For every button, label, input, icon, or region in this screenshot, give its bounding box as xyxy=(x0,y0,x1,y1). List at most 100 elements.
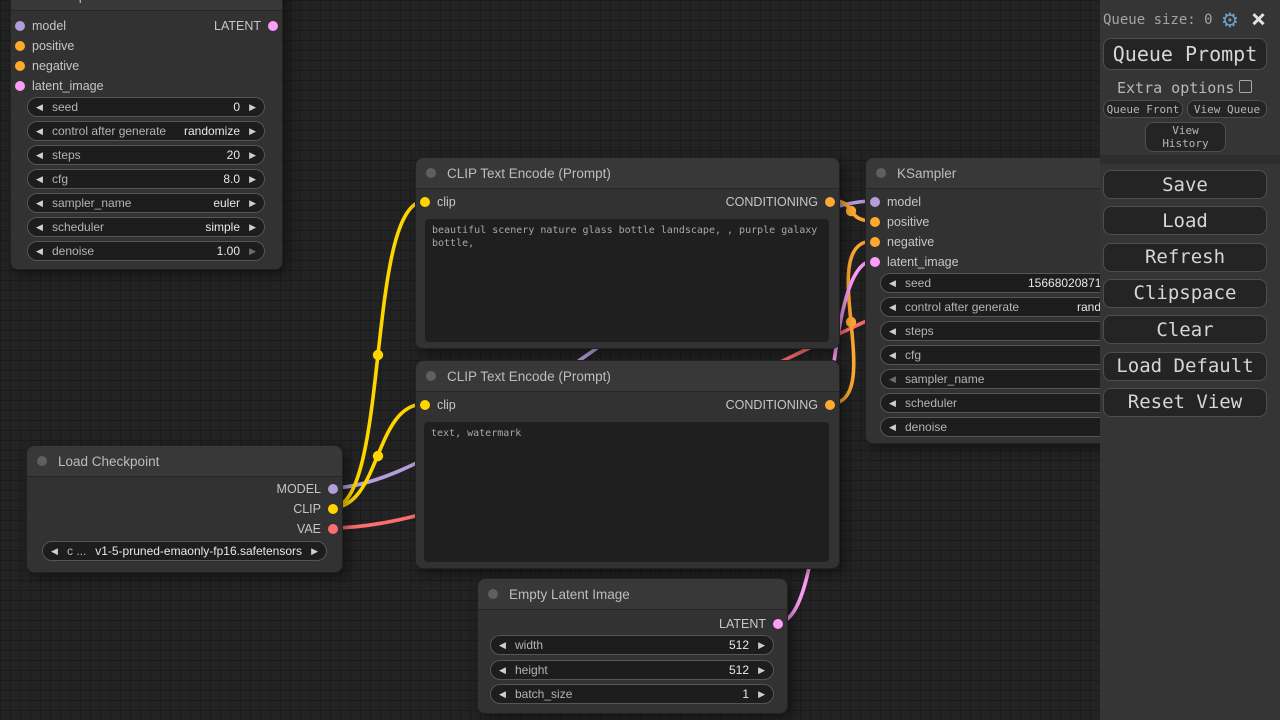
widget-value[interactable]: 8.0 xyxy=(223,172,240,186)
widget-steps[interactable]: ◀steps20▶ xyxy=(27,145,265,165)
node-clip-text-encode-positive[interactable]: CLIP Text Encode (Prompt)clipCONDITIONIN… xyxy=(415,157,840,349)
widget-control-after-generate[interactable]: ◀control after generaterandomize▶ xyxy=(27,121,265,141)
widget-right-arrow-icon[interactable]: ▶ xyxy=(246,102,256,113)
collapse-dot-icon[interactable] xyxy=(37,456,47,466)
widget-left-arrow-icon[interactable]: ◀ xyxy=(36,198,46,209)
output-port-dot[interactable] xyxy=(328,504,338,514)
widget-denoise[interactable]: ◀denoise▶ xyxy=(880,417,1136,437)
widget-scheduler[interactable]: ◀schedulersimple▶ xyxy=(27,217,265,237)
widget-right-arrow-icon[interactable]: ▶ xyxy=(246,150,256,161)
widget-c-[interactable]: ◀c ...v1-5-pruned-emaonly-fp16.safetenso… xyxy=(42,541,327,561)
widget-left-arrow-icon[interactable]: ◀ xyxy=(889,326,899,337)
output-port-dot[interactable] xyxy=(825,197,835,207)
widget-right-arrow-icon[interactable]: ▶ xyxy=(246,198,256,209)
widget-denoise[interactable]: ◀denoise1.00▶ xyxy=(27,241,265,261)
close-icon[interactable]: × xyxy=(1251,4,1266,33)
widget-left-arrow-icon[interactable]: ◀ xyxy=(889,302,899,313)
node-title-bar[interactable]: CLIP Text Encode (Prompt) xyxy=(416,158,839,189)
collapse-dot-icon[interactable] xyxy=(426,371,436,381)
queue-front-button[interactable]: Queue Front xyxy=(1103,100,1183,118)
node-title-bar[interactable]: Load Checkpoint xyxy=(27,446,342,477)
node-title-bar[interactable]: KSampler xyxy=(11,0,282,11)
widget-left-arrow-icon[interactable]: ◀ xyxy=(499,689,509,700)
widget-seed[interactable]: ◀seed0▶ xyxy=(27,97,265,117)
widget-left-arrow-icon[interactable]: ◀ xyxy=(36,222,46,233)
output-port-dot[interactable] xyxy=(268,21,278,31)
collapse-dot-icon[interactable] xyxy=(488,589,498,599)
widget-batch-size[interactable]: ◀batch_size1▶ xyxy=(490,684,774,704)
widget-right-arrow-icon[interactable]: ▶ xyxy=(755,689,765,700)
node-canvas[interactable]: KSamplermodelpositivenegativelatent_imag… xyxy=(0,0,1280,720)
output-port-dot[interactable] xyxy=(328,484,338,494)
widget-sampler-name[interactable]: ◀sampler_nameeuler▶ xyxy=(27,193,265,213)
widget-value[interactable]: v1-5-pruned-emaonly-fp16.safetensors xyxy=(95,544,302,558)
sidebar-button-clipspace[interactable]: Clipspace xyxy=(1103,279,1267,308)
widget-right-arrow-icon[interactable]: ▶ xyxy=(246,174,256,185)
queue-prompt-button[interactable]: Queue Prompt xyxy=(1103,38,1267,70)
widget-left-arrow-icon[interactable]: ◀ xyxy=(36,102,46,113)
node-empty-latent-image[interactable]: Empty Latent ImageLATENT◀width512▶◀heigh… xyxy=(477,578,788,714)
widget-seed[interactable]: ◀seed15668020871▶ xyxy=(880,273,1136,293)
extra-options-checkbox[interactable] xyxy=(1239,80,1252,93)
widget-value[interactable]: 1.00 xyxy=(217,244,240,258)
settings-gear-icon[interactable]: ⚙ xyxy=(1221,8,1239,32)
node-title-bar[interactable]: Empty Latent Image xyxy=(478,579,787,610)
input-port-dot[interactable] xyxy=(15,81,25,91)
sidebar-button-save[interactable]: Save xyxy=(1103,170,1267,199)
widget-left-arrow-icon[interactable]: ◀ xyxy=(36,126,46,137)
widget-value[interactable]: simple xyxy=(205,220,240,234)
view-queue-button[interactable]: View Queue xyxy=(1187,100,1267,118)
widget-right-arrow-icon[interactable]: ▶ xyxy=(246,222,256,233)
widget-left-arrow-icon[interactable]: ◀ xyxy=(889,278,899,289)
output-port-dot[interactable] xyxy=(773,619,783,629)
sidebar-button-reset-view[interactable]: Reset View xyxy=(1103,388,1267,417)
view-history-button[interactable]: View History xyxy=(1145,122,1226,152)
widget-right-arrow-icon[interactable]: ▶ xyxy=(755,665,765,676)
widget-height[interactable]: ◀height512▶ xyxy=(490,660,774,680)
widget-control-after-generate[interactable]: ◀control after generaterandomize▶ xyxy=(880,297,1136,317)
widget-left-arrow-icon[interactable]: ◀ xyxy=(36,246,46,257)
widget-value[interactable]: 512 xyxy=(729,663,749,677)
widget-value[interactable]: 512 xyxy=(729,638,749,652)
widget-cfg[interactable]: ◀cfg8.0▶ xyxy=(27,169,265,189)
sidebar-button-clear[interactable]: Clear xyxy=(1103,315,1267,344)
widget-right-arrow-icon[interactable]: ▶ xyxy=(755,640,765,651)
widget-left-arrow-icon[interactable]: ◀ xyxy=(889,374,899,385)
widget-value[interactable]: 15668020871 xyxy=(1028,274,1101,293)
widget-left-arrow-icon[interactable]: ◀ xyxy=(499,665,509,676)
widget-cfg[interactable]: ◀cfg▶ xyxy=(880,345,1136,365)
widget-left-arrow-icon[interactable]: ◀ xyxy=(499,640,509,651)
node-load-checkpoint[interactable]: Load CheckpointMODELCLIPVAE◀c ...v1-5-pr… xyxy=(26,445,343,573)
sidebar-button-load[interactable]: Load xyxy=(1103,206,1267,235)
input-port-dot[interactable] xyxy=(870,217,880,227)
node-title-bar[interactable]: CLIP Text Encode (Prompt) xyxy=(416,361,839,392)
widget-right-arrow-icon[interactable]: ▶ xyxy=(308,546,318,557)
widget-left-arrow-icon[interactable]: ◀ xyxy=(889,350,899,361)
widget-left-arrow-icon[interactable]: ◀ xyxy=(889,422,899,433)
widget-right-arrow-icon[interactable]: ▶ xyxy=(246,126,256,137)
node-ksampler-copy[interactable]: KSamplermodelpositivenegativelatent_imag… xyxy=(10,0,283,270)
widget-value[interactable]: 0 xyxy=(233,100,240,114)
widget-scheduler[interactable]: ◀scheduler▶ xyxy=(880,393,1136,413)
prompt-textarea[interactable]: text, watermark xyxy=(424,422,829,562)
widget-right-arrow-icon[interactable]: ▶ xyxy=(246,246,256,257)
input-port-dot[interactable] xyxy=(870,197,880,207)
input-port-dot[interactable] xyxy=(870,257,880,267)
collapse-dot-icon[interactable] xyxy=(876,168,886,178)
collapse-dot-icon[interactable] xyxy=(426,168,436,178)
sidebar-button-refresh[interactable]: Refresh xyxy=(1103,243,1267,272)
widget-left-arrow-icon[interactable]: ◀ xyxy=(51,546,61,557)
widget-value[interactable]: euler xyxy=(213,196,240,210)
widget-width[interactable]: ◀width512▶ xyxy=(490,635,774,655)
sidebar-button-load-default[interactable]: Load Default xyxy=(1103,352,1267,381)
widget-left-arrow-icon[interactable]: ◀ xyxy=(36,150,46,161)
widget-left-arrow-icon[interactable]: ◀ xyxy=(36,174,46,185)
widget-sampler-name[interactable]: ◀sampler_name▶ xyxy=(880,369,1136,389)
output-port-dot[interactable] xyxy=(328,524,338,534)
widget-left-arrow-icon[interactable]: ◀ xyxy=(889,398,899,409)
widget-value[interactable]: 20 xyxy=(227,148,240,162)
input-port-dot[interactable] xyxy=(870,237,880,247)
node-clip-text-encode-negative[interactable]: CLIP Text Encode (Prompt)clipCONDITIONIN… xyxy=(415,360,840,569)
widget-value[interactable]: randomize xyxy=(184,124,240,138)
widget-steps[interactable]: ◀steps▶ xyxy=(880,321,1136,341)
